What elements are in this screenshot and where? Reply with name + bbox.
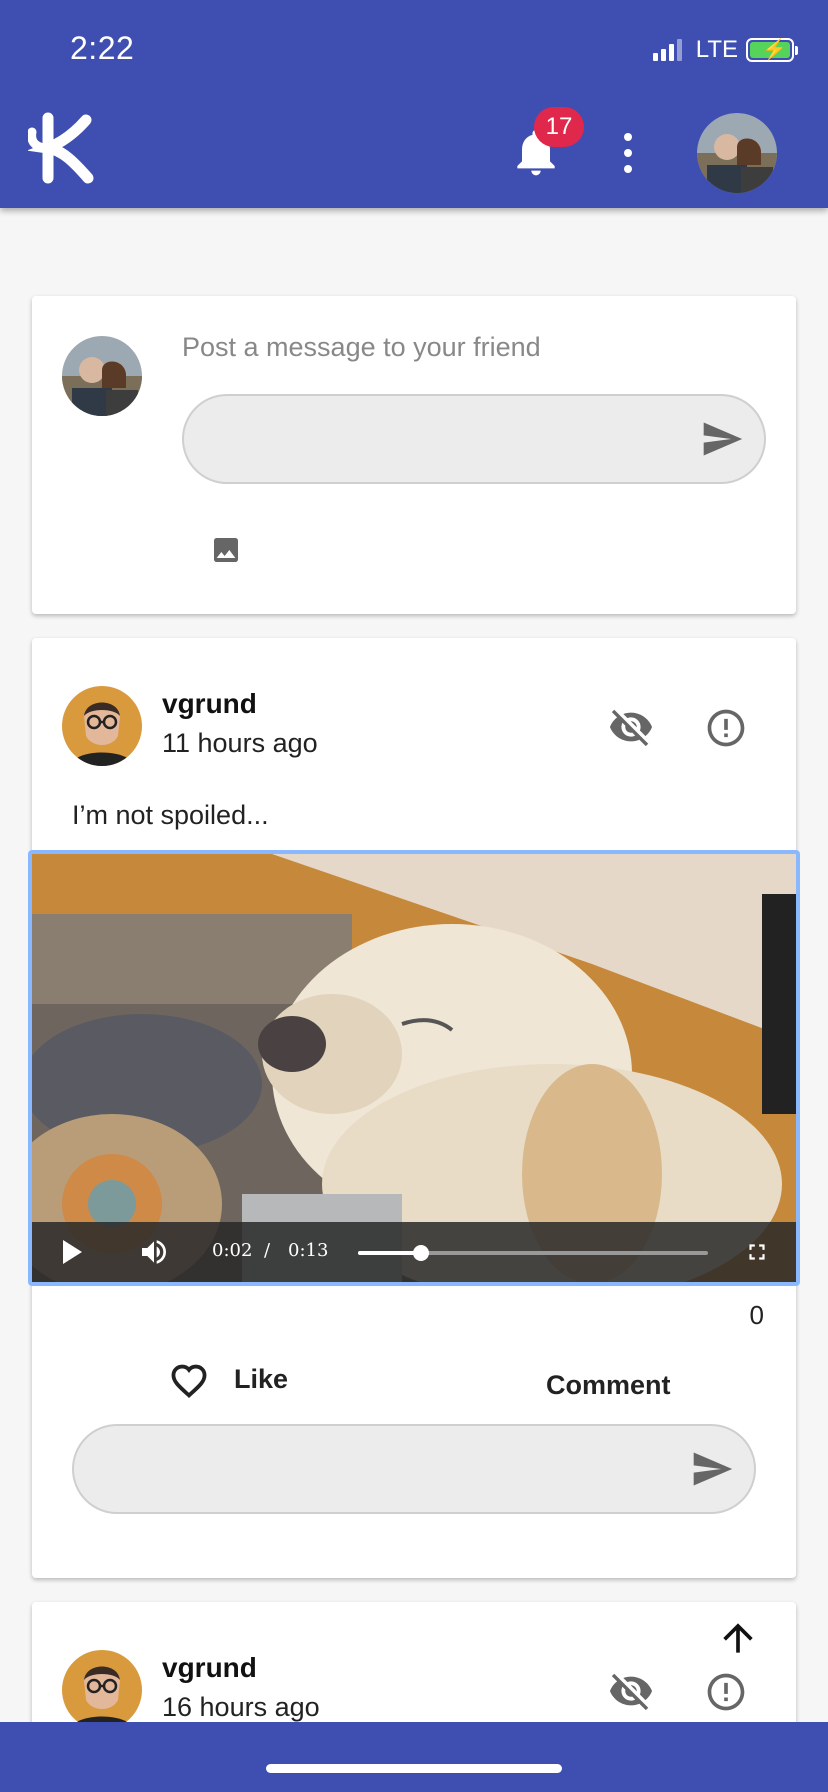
video-progress-bar[interactable] [358,1245,708,1261]
play-icon[interactable] [60,1239,84,1265]
status-time: 2:22 [70,30,135,66]
heart-icon [171,1364,207,1398]
composer-avatar [62,336,142,416]
video-duration: 0:13 [288,1240,329,1261]
like-count: 0 [749,1300,764,1330]
post-time: 16 hours ago [162,1692,320,1722]
send-icon[interactable] [690,1447,734,1491]
battery-icon: ⚡ [746,38,798,62]
video-player[interactable]: 0:02 / 0:13 [28,850,800,1286]
app-header: 2:22 LTE ⚡ 17 [0,0,828,208]
bottom-bar [0,1722,828,1792]
user-avatar[interactable] [697,113,777,193]
author-avatar[interactable] [62,1650,142,1730]
logo-icon[interactable] [28,112,98,186]
video-current-time: 0:02 [212,1240,253,1261]
author-avatar[interactable] [62,686,142,766]
message-input[interactable] [182,394,766,484]
home-indicator[interactable] [266,1764,562,1773]
volume-icon[interactable] [136,1236,172,1268]
composer-prompt: Post a message to your friend [182,332,541,362]
post-text: I’m not spoiled... [72,800,269,830]
video-progress-knob[interactable] [413,1245,429,1261]
notification-badge: 17 [534,107,584,147]
video-time-separator: / [264,1240,271,1261]
video-controls: 0:02 / 0:13 [32,1222,796,1282]
network-type: LTE [695,36,738,63]
report-icon[interactable] [704,706,748,750]
like-label: Like [234,1363,289,1394]
post-time: 11 hours ago [162,728,318,758]
like-button[interactable]: Like [168,1360,288,1398]
post-card: vgrund 11 hours ago I’m not spoiled... 0… [28,638,800,1578]
signal-icon [652,39,682,61]
status-indicators: LTE ⚡ [652,36,798,64]
post-composer: Post a message to your friend [32,296,796,614]
author-name[interactable]: vgrund [162,688,257,720]
comment-input[interactable] [72,1424,756,1514]
arrow-up-icon[interactable] [716,1616,760,1660]
visibility-off-icon[interactable] [606,1668,656,1714]
report-icon[interactable] [704,1670,748,1714]
image-icon[interactable] [210,534,242,566]
author-name[interactable]: vgrund [162,1652,257,1684]
video-progress-played [358,1251,421,1255]
comment-label: Comment [546,1370,671,1400]
send-icon[interactable] [700,417,744,461]
visibility-off-icon[interactable] [606,704,656,750]
more-vert-icon[interactable] [614,133,642,173]
comment-button[interactable]: Comment [546,1370,671,1401]
fullscreen-icon[interactable] [744,1239,770,1265]
